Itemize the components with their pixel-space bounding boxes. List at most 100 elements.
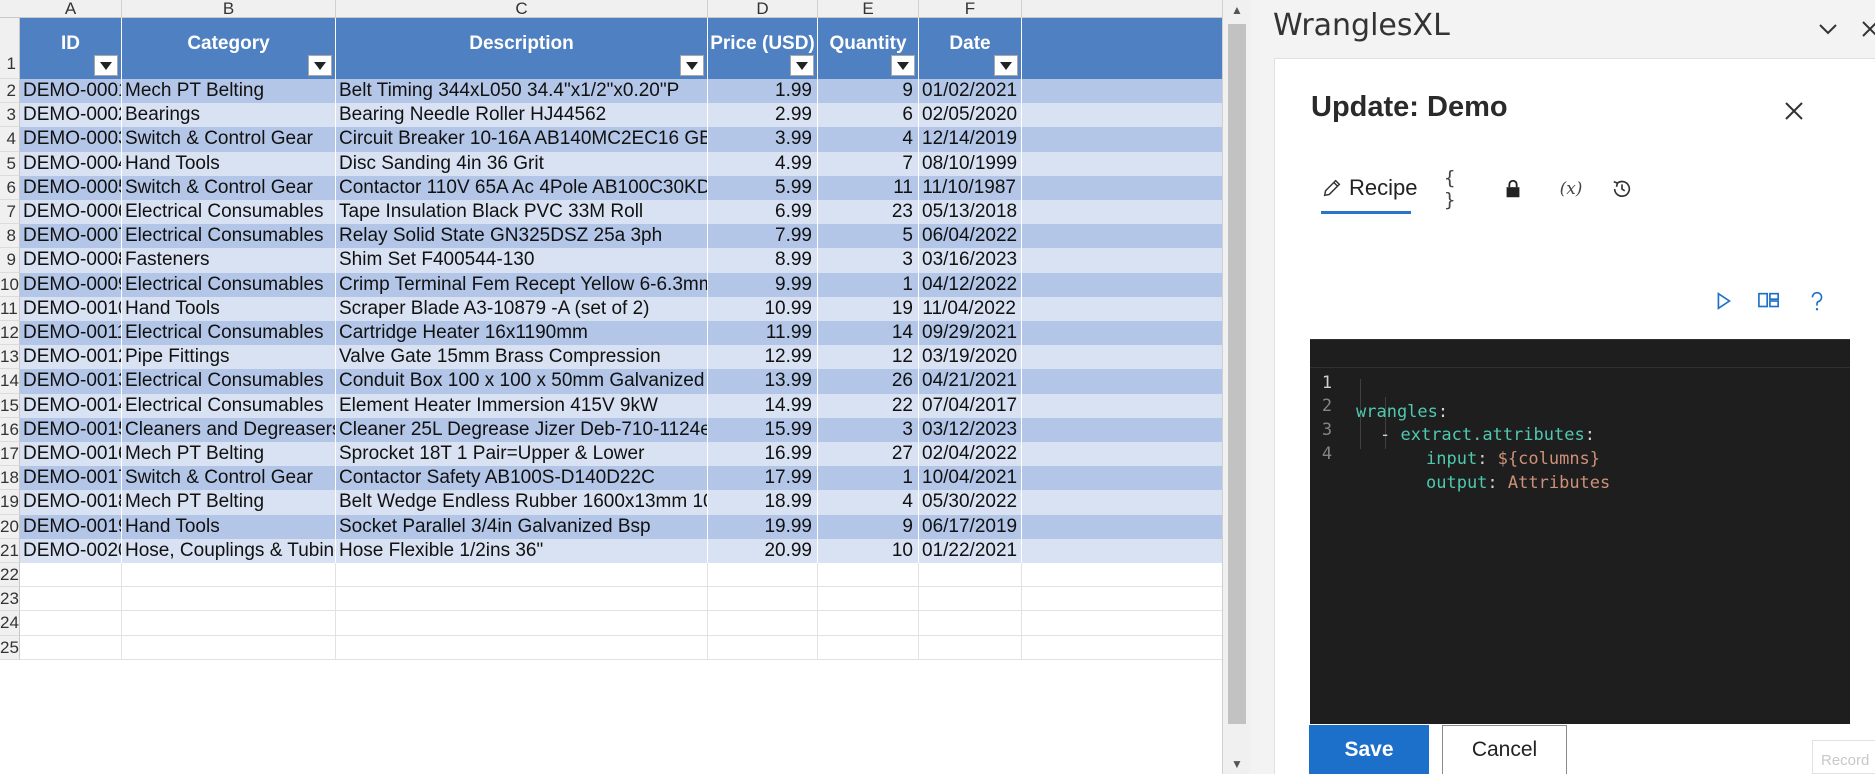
- table-cell[interactable]: Tape Insulation Black PVC 33M Roll: [336, 200, 708, 225]
- table-row[interactable]: DEMO-0020 Hose, Couplings & Tubing Hose Fl…: [20, 538, 1222, 563]
- table-cell[interactable]: 9: [818, 79, 919, 104]
- filter-dropdown-icon[interactable]: [94, 55, 118, 76]
- table-cell[interactable]: Socket Parallel 3/4in Galvanized Bsp: [336, 514, 708, 539]
- row-number[interactable]: 17: [0, 442, 20, 467]
- table-cell[interactable]: 4: [818, 490, 919, 515]
- cancel-button[interactable]: Cancel: [1442, 725, 1567, 774]
- column-header[interactable]: Description: [336, 18, 708, 79]
- table-row[interactable]: DEMO-0015 Cleaners and Degreasers Cleaner …: [20, 417, 1222, 442]
- table-cell[interactable]: 15.99: [708, 417, 818, 442]
- row-number[interactable]: 9: [0, 248, 20, 273]
- table-cell[interactable]: DEMO-0010: [20, 296, 122, 321]
- table-cell[interactable]: 7: [818, 151, 919, 176]
- table-cell[interactable]: [708, 635, 818, 660]
- table-cell[interactable]: 19.99: [708, 514, 818, 539]
- record-button[interactable]: Record: [1812, 740, 1875, 774]
- run-icon[interactable]: [1709, 287, 1737, 315]
- table-cell[interactable]: 16.99: [708, 442, 818, 467]
- table-cell[interactable]: 27: [818, 442, 919, 467]
- column-letter[interactable]: D: [708, 0, 818, 18]
- table-cell[interactable]: [708, 587, 818, 612]
- row-number[interactable]: 21: [0, 538, 20, 563]
- table-cell[interactable]: 04/12/2022: [919, 272, 1022, 297]
- table-cell[interactable]: Pipe Fittings: [122, 345, 336, 370]
- table-row[interactable]: DEMO-0007 Electrical Consumables Relay Sol…: [20, 224, 1222, 249]
- table-cell[interactable]: Mech PT Belting: [122, 490, 336, 515]
- tab-history[interactable]: [1610, 164, 1634, 214]
- table-cell[interactable]: 2.99: [708, 103, 818, 128]
- table-row[interactable]: DEMO-0003 Switch & Control Gear Circuit Br…: [20, 127, 1222, 152]
- table-cell[interactable]: [122, 563, 336, 588]
- vertical-scrollbar[interactable]: ▲ ▼: [1222, 0, 1250, 774]
- table-row[interactable]: DEMO-0019 Hand Tools Socket Parallel 3/4in…: [20, 514, 1222, 539]
- row-number[interactable]: 10: [0, 272, 20, 297]
- table-cell[interactable]: 11: [818, 175, 919, 200]
- table-row[interactable]: DEMO-0008 Fasteners Shim Set F400544-130 8.…: [20, 248, 1222, 273]
- scroll-down-icon[interactable]: ▼: [1229, 756, 1245, 772]
- help-icon[interactable]: [1803, 287, 1831, 315]
- table-row[interactable]: DEMO-0006 Electrical Consumables Tape Insu…: [20, 200, 1222, 225]
- split-view-icon[interactable]: [1755, 287, 1783, 315]
- table-cell[interactable]: 10: [818, 538, 919, 563]
- table-cell[interactable]: 19: [818, 296, 919, 321]
- table-cell[interactable]: 01/22/2021: [919, 538, 1022, 563]
- table-cell[interactable]: 20.99: [708, 538, 818, 563]
- table-row[interactable]: DEMO-0017 Switch & Control Gear Contactor …: [20, 466, 1222, 491]
- table-cell[interactable]: Electrical Consumables: [122, 272, 336, 297]
- row-number[interactable]: 25: [0, 635, 20, 660]
- table-cell[interactable]: 14: [818, 321, 919, 346]
- table-cell[interactable]: 12: [818, 345, 919, 370]
- row-number[interactable]: 7: [0, 200, 20, 225]
- table-cell[interactable]: 02/04/2022: [919, 442, 1022, 467]
- table-cell[interactable]: Electrical Consumables: [122, 321, 336, 346]
- row-number[interactable]: 4: [0, 127, 20, 152]
- tab-json[interactable]: { }: [1444, 164, 1468, 214]
- empty-row[interactable]: [20, 611, 1222, 636]
- row-number[interactable]: 16: [0, 417, 20, 442]
- column-header[interactable]: Category: [122, 18, 336, 79]
- table-row[interactable]: DEMO-0005 Switch & Control Gear Contactor …: [20, 175, 1222, 200]
- filter-dropdown-icon[interactable]: [994, 55, 1018, 76]
- table-cell[interactable]: DEMO-0012: [20, 345, 122, 370]
- table-cell[interactable]: [336, 611, 708, 636]
- chevron-down-icon[interactable]: [1815, 16, 1841, 42]
- table-cell[interactable]: [20, 611, 122, 636]
- tab-variables[interactable]: (x): [1554, 164, 1588, 214]
- table-cell[interactable]: [818, 587, 919, 612]
- table-cell[interactable]: Shim Set F400544-130: [336, 248, 708, 273]
- table-cell[interactable]: [20, 587, 122, 612]
- table-cell[interactable]: Cleaner 25L Degrease Jizer Deb-710-1124e: [336, 417, 708, 442]
- column-letter[interactable]: C: [336, 0, 708, 18]
- table-cell[interactable]: Electrical Consumables: [122, 200, 336, 225]
- table-cell[interactable]: Electrical Consumables: [122, 369, 336, 394]
- table-cell[interactable]: Fasteners: [122, 248, 336, 273]
- table-cell[interactable]: 3: [818, 248, 919, 273]
- table-cell[interactable]: 03/19/2020: [919, 345, 1022, 370]
- column-header[interactable]: Date: [919, 18, 1022, 79]
- close-pane-icon[interactable]: [1857, 16, 1875, 42]
- table-cell[interactable]: Bearing Needle Roller HJ44562: [336, 103, 708, 128]
- table-cell[interactable]: Contactor Safety AB100S-D140D22C: [336, 466, 708, 491]
- table-cell[interactable]: Bearings: [122, 103, 336, 128]
- table-row[interactable]: DEMO-0004 Hand Tools Disc Sanding 4in 36 G…: [20, 151, 1222, 176]
- table-cell[interactable]: Switch & Control Gear: [122, 127, 336, 152]
- save-button[interactable]: Save: [1309, 725, 1429, 774]
- table-cell[interactable]: Hand Tools: [122, 296, 336, 321]
- table-cell[interactable]: 01/02/2021: [919, 79, 1022, 104]
- table-cell[interactable]: DEMO-0014: [20, 393, 122, 418]
- column-letter[interactable]: B: [122, 0, 336, 18]
- table-cell[interactable]: DEMO-0013: [20, 369, 122, 394]
- table-cell[interactable]: [818, 563, 919, 588]
- table-cell[interactable]: 12/14/2019: [919, 127, 1022, 152]
- table-cell[interactable]: 3: [818, 417, 919, 442]
- filter-dropdown-icon[interactable]: [680, 55, 704, 76]
- table-cell[interactable]: 05/30/2022: [919, 490, 1022, 515]
- table-cell[interactable]: 09/29/2021: [919, 321, 1022, 346]
- empty-row[interactable]: [20, 563, 1222, 588]
- row-number[interactable]: 15: [0, 393, 20, 418]
- column-letter[interactable]: F: [919, 0, 1022, 18]
- table-row[interactable]: DEMO-0016 Mech PT Belting Sprocket 18T 1 P…: [20, 442, 1222, 467]
- table-row[interactable]: DEMO-0013 Electrical Consumables Conduit B…: [20, 369, 1222, 394]
- table-cell[interactable]: [708, 611, 818, 636]
- table-cell[interactable]: 04/21/2021: [919, 369, 1022, 394]
